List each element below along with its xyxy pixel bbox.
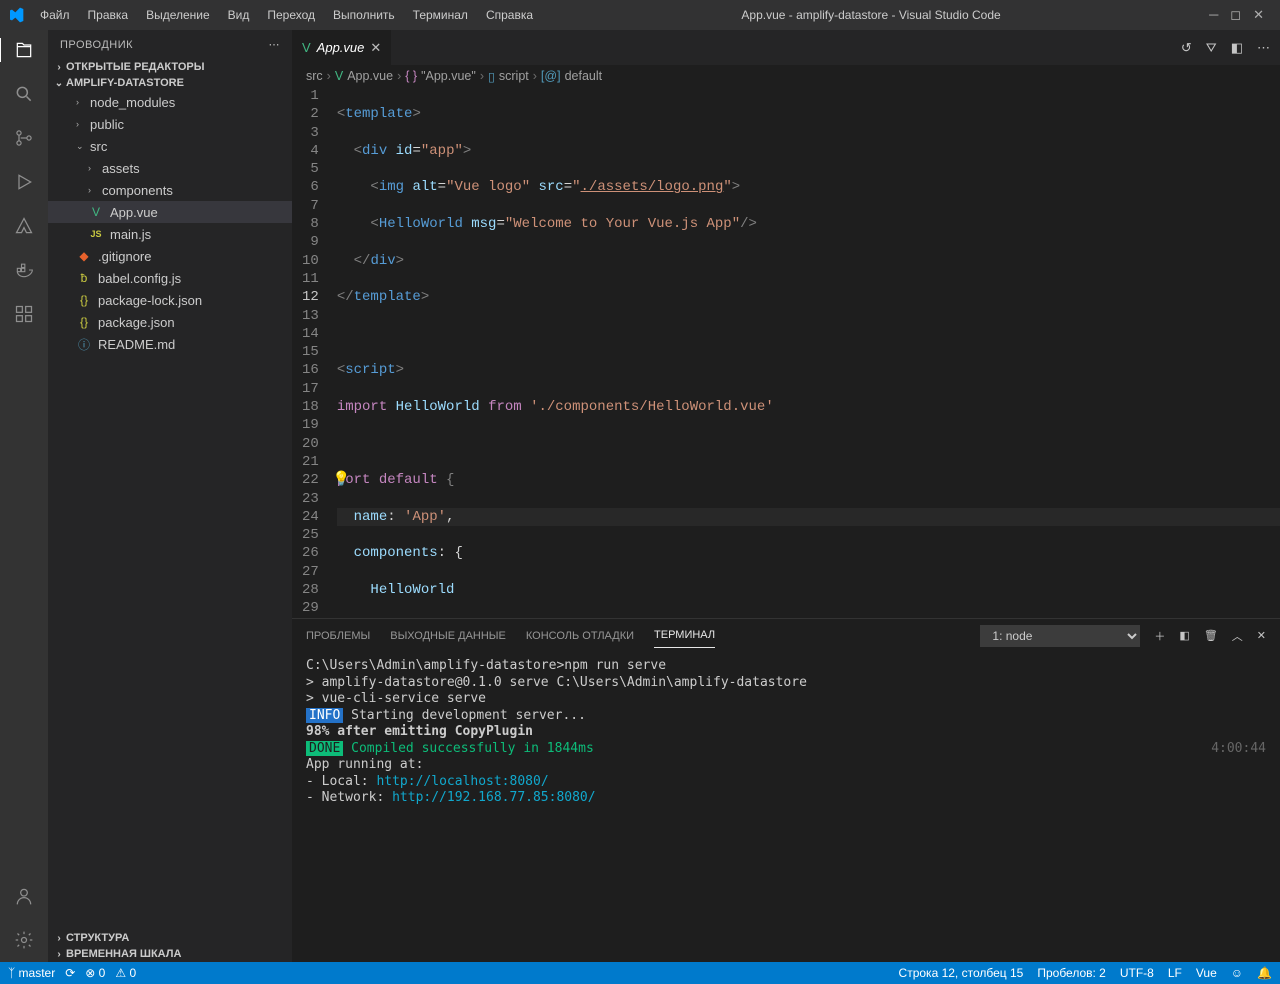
terminal-shell-select[interactable]: 1: node — [980, 625, 1140, 647]
warning-count[interactable]: ⚠ 0 — [115, 966, 136, 980]
outline-section[interactable]: ›СТРУКТУРА — [48, 930, 292, 946]
tree-file-gitignore[interactable]: ◆.gitignore — [48, 245, 292, 267]
close-panel-icon[interactable]: ✕ — [1257, 629, 1266, 642]
menu-file[interactable]: Файл — [32, 4, 78, 26]
lightbulb-icon[interactable]: 💡 — [333, 471, 350, 489]
panel-tab-output[interactable]: ВЫХОДНЫЕ ДАННЫЕ — [390, 624, 506, 648]
menu-run[interactable]: Выполнить — [325, 4, 403, 26]
json-file-icon: {} — [76, 293, 92, 307]
tree-file-babel[interactable]: ƀbabel.config.js — [48, 267, 292, 289]
panel-tab-problems[interactable]: ПРОБЛЕМЫ — [306, 624, 370, 648]
git-file-icon: ◆ — [76, 249, 92, 263]
breadcrumb[interactable]: src› VApp.vue› { }"App.vue"› ▯script› [@… — [292, 65, 1280, 87]
feedback-icon[interactable]: ☺ — [1231, 966, 1243, 980]
tree-file-readme[interactable]: ⓘREADME.md — [48, 333, 292, 355]
search-icon[interactable] — [12, 82, 36, 106]
tree-folder-public[interactable]: ›public — [48, 113, 292, 135]
menu-selection[interactable]: Выделение — [138, 4, 218, 26]
error-count[interactable]: ⊗ 0 — [85, 966, 105, 980]
split-editor-icon[interactable]: ◧ — [1231, 40, 1243, 56]
tree-folder-assets[interactable]: ›assets — [48, 157, 292, 179]
menu-terminal[interactable]: Терминал — [405, 4, 476, 26]
window-controls: ─ ◻ ✕ — [1201, 7, 1272, 23]
window-title: App.vue - amplify-datastore - Visual Stu… — [541, 8, 1201, 22]
extensions-icon[interactable] — [12, 302, 36, 326]
azure-icon[interactable] — [12, 214, 36, 238]
editor-area: V App.vue ✕ ↺ ⛛ ◧ ⋯ src› VApp.vue› { }"A… — [292, 30, 1280, 962]
sidebar-title: ПРОВОДНИК ⋯ — [48, 30, 292, 59]
statusbar: ᛉ master ⟳ ⊗ 0 ⚠ 0 Строка 12, столбец 15… — [0, 962, 1280, 984]
explorer-icon[interactable] — [0, 38, 47, 62]
close-tab-icon[interactable]: ✕ — [370, 40, 381, 56]
code-editor[interactable]: 1234567891011121314151617181920212223242… — [292, 87, 1280, 618]
panel-tab-debug-console[interactable]: КОНСОЛЬ ОТЛАДКИ — [526, 624, 634, 648]
menu-bar: Файл Правка Выделение Вид Переход Выполн… — [32, 4, 541, 26]
vue-file-icon: V — [88, 205, 104, 219]
run-debug-icon[interactable] — [12, 170, 36, 194]
notifications-icon[interactable]: 🔔 — [1257, 966, 1272, 980]
info-file-icon: ⓘ — [76, 336, 92, 353]
menu-view[interactable]: Вид — [220, 4, 258, 26]
git-branch[interactable]: ᛉ master — [8, 966, 55, 980]
tree-file-main-js[interactable]: JSmain.js — [48, 223, 292, 245]
open-editors-section[interactable]: ›ОТКРЫТЫЕ РЕДАКТОРЫ — [48, 59, 292, 75]
encoding-status[interactable]: UTF-8 — [1120, 966, 1154, 980]
accounts-icon[interactable] — [12, 884, 36, 908]
project-section[interactable]: ⌄AMPLIFY-DATASTORE — [48, 75, 292, 91]
terminal-output[interactable]: C:\Users\Admin\amplify-datastore>npm run… — [292, 652, 1280, 962]
tree-folder-node-modules[interactable]: ›node_modules — [48, 91, 292, 113]
compare-icon[interactable]: ⛛ — [1206, 40, 1217, 56]
eol-status[interactable]: LF — [1168, 966, 1182, 980]
panel-tab-terminal[interactable]: ТЕРМИНАЛ — [654, 623, 715, 648]
tree-file-package-lock[interactable]: {}package-lock.json — [48, 289, 292, 311]
cursor-position[interactable]: Строка 12, столбец 15 — [899, 966, 1024, 980]
editor-tab-app-vue[interactable]: V App.vue ✕ — [292, 30, 391, 65]
tabs-row: V App.vue ✕ ↺ ⛛ ◧ ⋯ — [292, 30, 1280, 65]
menu-help[interactable]: Справка — [478, 4, 541, 26]
menu-go[interactable]: Переход — [259, 4, 323, 26]
tree-file-app-vue[interactable]: VApp.vue — [48, 201, 292, 223]
source-control-icon[interactable] — [12, 126, 36, 150]
vue-file-icon: V — [335, 69, 343, 83]
sidebar: ПРОВОДНИК ⋯ ›ОТКРЫТЫЕ РЕДАКТОРЫ ⌄AMPLIFY… — [48, 30, 292, 962]
indent-status[interactable]: Пробелов: 2 — [1037, 966, 1106, 980]
timeline-section[interactable]: ›ВРЕМЕННАЯ ШКАЛА — [48, 946, 292, 962]
file-tree: ›node_modules ›public ⌄src ›assets ›comp… — [48, 91, 292, 930]
vscode-logo-icon — [8, 7, 24, 23]
minimap[interactable] — [1180, 87, 1280, 287]
tab-actions: ↺ ⛛ ◧ ⋯ — [1171, 40, 1280, 56]
maximize-panel-icon[interactable]: ︿ — [1232, 628, 1243, 644]
tree-file-package[interactable]: {}package.json — [48, 311, 292, 333]
sidebar-more-icon[interactable]: ⋯ — [269, 38, 281, 51]
split-terminal-icon[interactable]: ◧ — [1179, 629, 1189, 642]
titlebar: Файл Правка Выделение Вид Переход Выполн… — [0, 0, 1280, 30]
maximize-icon[interactable]: ◻ — [1230, 7, 1241, 23]
more-actions-icon[interactable]: ⋯ — [1257, 40, 1270, 56]
activity-bar — [0, 30, 48, 962]
tree-folder-components[interactable]: ›components — [48, 179, 292, 201]
close-icon[interactable]: ✕ — [1253, 7, 1264, 23]
new-terminal-icon[interactable]: ＋ — [1154, 628, 1165, 644]
panel-tabs: ПРОБЛЕМЫ ВЫХОДНЫЕ ДАННЫЕ КОНСОЛЬ ОТЛАДКИ… — [292, 619, 1280, 652]
babel-file-icon: ƀ — [76, 271, 92, 285]
js-file-icon: JS — [88, 229, 104, 239]
panel: ПРОБЛЕМЫ ВЫХОДНЫЕ ДАННЫЕ КОНСОЛЬ ОТЛАДКИ… — [292, 618, 1280, 962]
language-mode[interactable]: Vue — [1196, 966, 1217, 980]
line-gutter: 1234567891011121314151617181920212223242… — [292, 87, 337, 618]
settings-gear-icon[interactable] — [12, 928, 36, 952]
kill-terminal-icon[interactable]: 🗑 — [1204, 629, 1218, 642]
minimize-icon[interactable]: ─ — [1209, 7, 1218, 23]
git-sync-icon[interactable]: ⟳ — [65, 966, 75, 980]
docker-icon[interactable] — [12, 258, 36, 282]
json-file-icon: {} — [76, 315, 92, 329]
tree-folder-src[interactable]: ⌄src — [48, 135, 292, 157]
menu-edit[interactable]: Правка — [80, 4, 137, 26]
history-icon[interactable]: ↺ — [1181, 40, 1192, 56]
vue-file-icon: V — [302, 40, 311, 55]
